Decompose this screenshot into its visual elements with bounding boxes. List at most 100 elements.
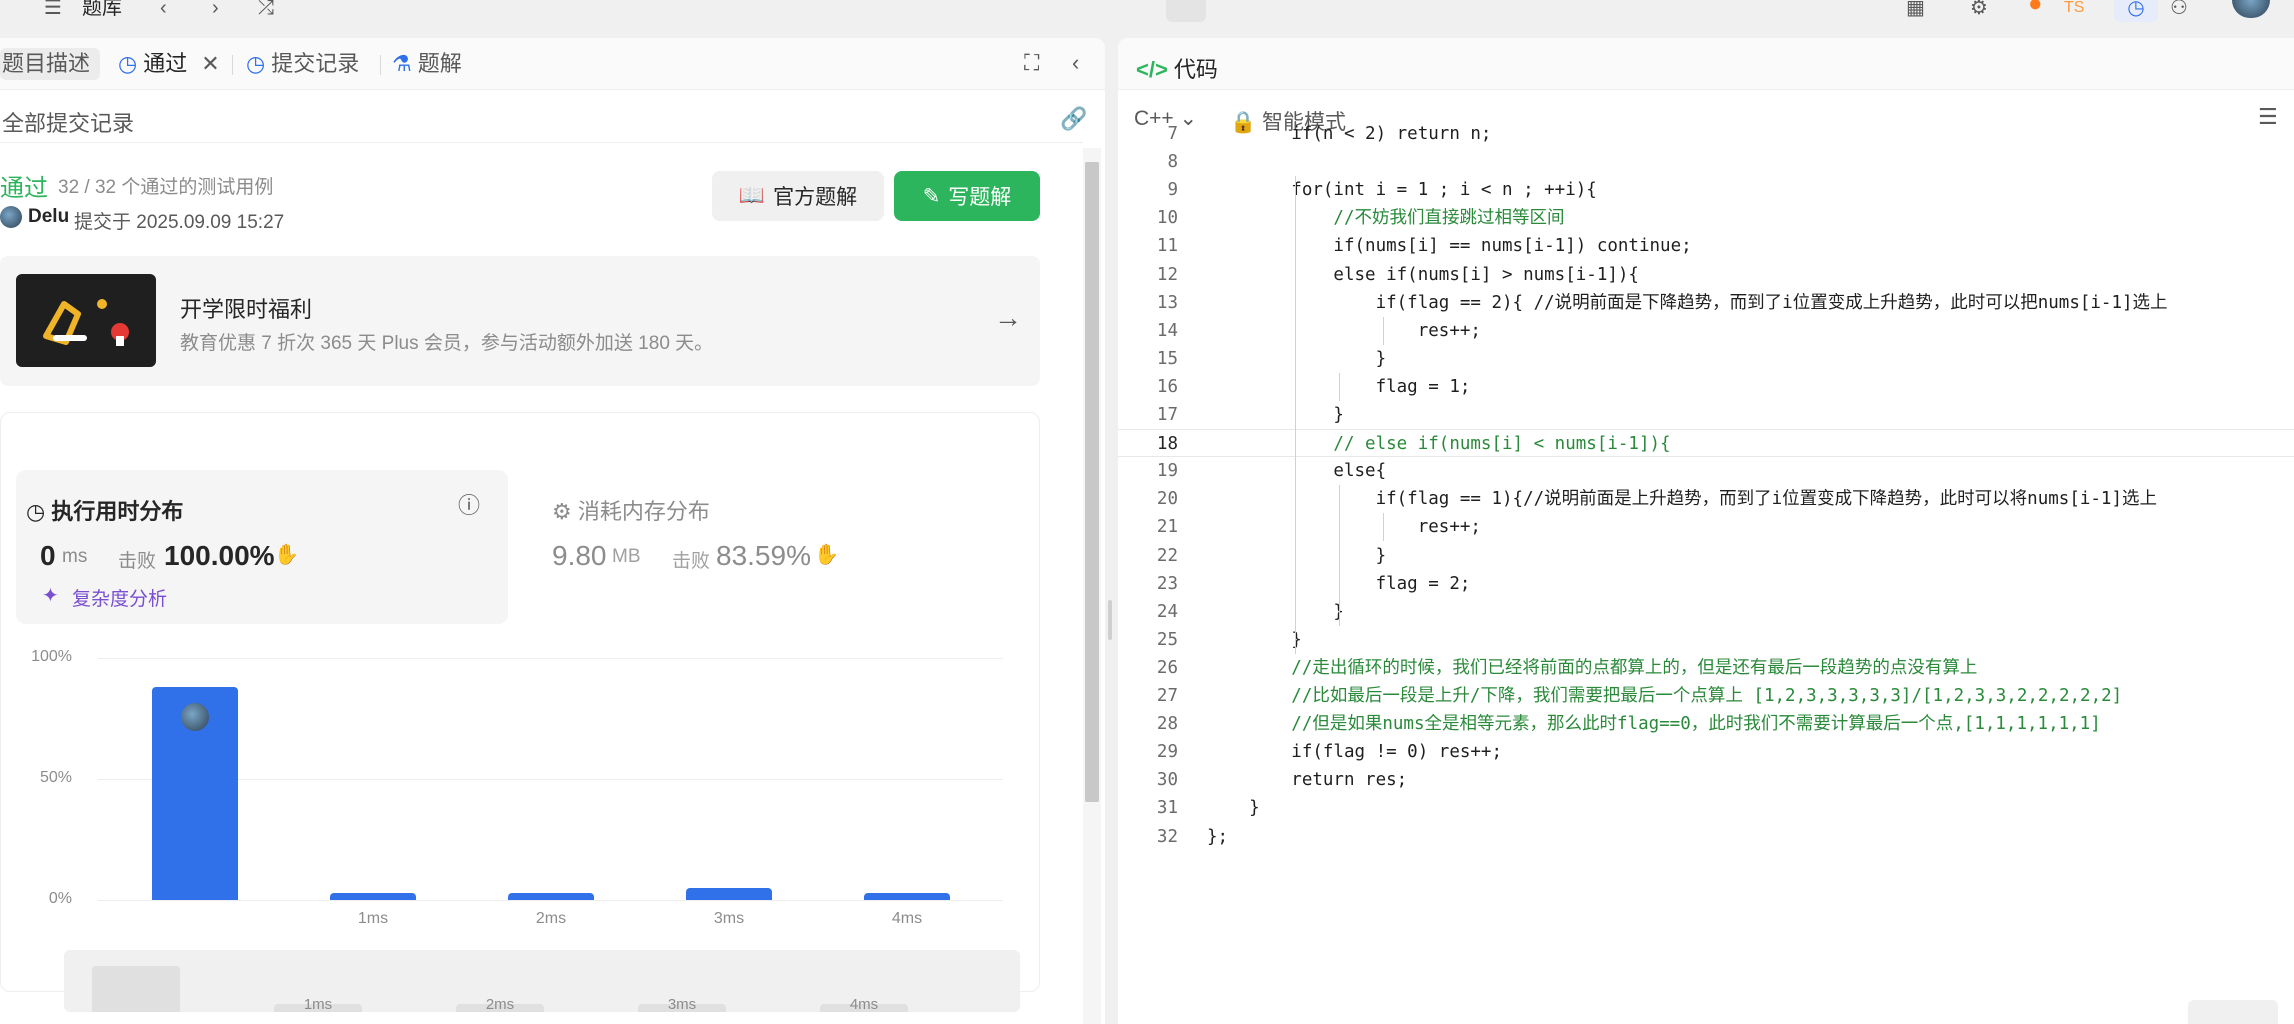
code-line: 31 } — [1118, 794, 2294, 822]
runtime-value: 0 — [40, 540, 56, 571]
line-number: 24 — [1156, 601, 1178, 622]
line-number: 18 — [1156, 434, 1178, 455]
bar-2ms[interactable] — [508, 892, 594, 900]
code-text: if(flag == 2){ //说明前面是下降趋势，而到了i位置变成上升趋势，… — [1207, 292, 2168, 313]
author-avatar[interactable] — [0, 206, 22, 228]
x-tick-label: 4ms — [891, 910, 923, 927]
status-accepted: 通过 — [0, 175, 48, 202]
write-solution-button[interactable]: ✎ 写题解 — [894, 171, 1040, 221]
flask-icon: ⚗ — [392, 51, 412, 76]
next-problem-icon[interactable]: › — [212, 0, 219, 22]
code-line: 30 return res; — [1118, 766, 2294, 794]
shuffle-icon[interactable]: ⤮ — [258, 0, 274, 22]
code-icon: </> — [1136, 57, 1168, 82]
tab-solutions-label: 题解 — [417, 51, 462, 76]
grid-line — [98, 900, 1003, 901]
code-footer — [1118, 1000, 2294, 1024]
gear-icon: ⚙ — [552, 499, 578, 524]
x-tick-label: 2ms — [535, 910, 567, 927]
official-solution-label: 官方题解 — [773, 186, 858, 209]
user-add-icon[interactable]: ⚇ — [2170, 0, 2188, 22]
line-number: 22 — [1156, 545, 1178, 566]
settings-icon[interactable]: ⚙ — [1970, 0, 1988, 22]
author-name[interactable]: Delu — [28, 206, 69, 228]
code-text: if(nums[i] == nums[i-1]) continue; — [1207, 236, 1692, 257]
code-line: 28 //但是如果nums全是相等元素，那么此时flag==0，此时我们不需要计… — [1118, 710, 2294, 738]
code-text: } — [1207, 348, 1387, 369]
left-panel: 题目描述 ◷ 通过 ✕ ◷ 提交记录 ⚗ 题解 ⛶ ‹ 全部提交记录 🔗 通过 … — [0, 38, 1105, 1024]
code-text: } — [1207, 405, 1344, 425]
my-submission-avatar — [179, 701, 211, 734]
tab-accepted-label: 通过 — [143, 51, 188, 76]
memory-unit: MB — [612, 546, 641, 567]
runtime-percent: 100.00% — [164, 540, 275, 571]
tab-accepted[interactable]: ◷ 通过 ✕ — [118, 48, 220, 80]
code-text: if(flag != 0) res++; — [1207, 742, 1503, 763]
official-solution-button[interactable]: 📖 官方题解 — [712, 171, 884, 221]
memory-title-text: 消耗内存分布 — [577, 499, 710, 524]
code-line: 8 — [1118, 148, 2294, 176]
indent-guide — [1383, 513, 1384, 542]
promo-logo — [16, 274, 156, 367]
history-icon: ◷ — [246, 51, 266, 76]
minimap-tick-label: 2ms — [485, 996, 515, 1012]
note-icon[interactable] — [1166, 0, 1206, 22]
arrow-right-icon[interactable]: → — [994, 302, 1022, 334]
problem-list-icon[interactable]: ☰ — [44, 0, 62, 22]
indent-guide — [1339, 372, 1340, 401]
line-number: 20 — [1156, 489, 1178, 510]
all-submissions-label[interactable]: 全部提交记录 — [2, 106, 134, 138]
code-text: //走出循环的时候，我们已经将前面的点都算上的，但是还有最后一段趋势的点没有算上 — [1207, 657, 1978, 678]
promo-banner[interactable]: 开学限时福利 教育优惠 7 折次 365 天 Plus 会员，参与活动额外加送 … — [0, 256, 1040, 386]
collapse-icon[interactable]: ‹ — [1072, 50, 1079, 76]
memory-value: 9.80 — [552, 540, 607, 571]
code-line: 27 //比如最后一段是上升/下降，我们需要把最后一个点算上 [1,2,3,3,… — [1118, 682, 2294, 710]
bar-1ms[interactable] — [330, 892, 416, 900]
code-text: } — [1207, 629, 1302, 650]
memory-title[interactable]: ⚙ 消耗内存分布 — [552, 494, 710, 526]
line-number: 11 — [1156, 236, 1178, 257]
info-icon[interactable]: ⓘ — [458, 488, 480, 520]
prev-problem-icon[interactable]: ‹ — [160, 0, 167, 22]
line-number: 27 — [1156, 686, 1178, 706]
link-icon[interactable]: 🔗 — [1060, 106, 1087, 132]
problem-list-label[interactable]: 题库 — [82, 0, 122, 22]
line-number: 12 — [1156, 264, 1178, 285]
close-tab-icon[interactable]: ✕ — [201, 48, 219, 80]
chart-range-selector[interactable]: 1ms 2ms 3ms 4ms — [64, 950, 1020, 1012]
divider — [0, 142, 1083, 143]
run-button[interactable] — [2188, 1000, 2278, 1024]
tab-solutions[interactable]: ⚗ 题解 — [392, 48, 462, 80]
x-tick-label: 3ms — [713, 910, 745, 927]
tab-description[interactable]: 题目描述 — [0, 48, 101, 80]
tab-divider — [380, 55, 381, 75]
user-avatar[interactable] — [2232, 0, 2270, 18]
line-number: 25 — [1156, 629, 1178, 650]
submitted-time: 提交于 2025.09.09 15:27 — [74, 212, 285, 233]
bar-3ms[interactable] — [686, 887, 772, 900]
code-title-text: 代码 — [1173, 57, 1218, 82]
timer-icon[interactable]: ◷ — [2114, 0, 2158, 22]
tab-submissions[interactable]: ◷ 提交记录 — [246, 48, 359, 80]
code-line: 32}; — [1118, 823, 2294, 851]
left-tab-bar: 题目描述 ◷ 通过 ✕ ◷ 提交记录 ⚗ 题解 ⛶ ‹ — [0, 38, 1105, 90]
minimap-tick-label: 1ms — [303, 996, 333, 1012]
write-solution-label: 写题解 — [948, 186, 1012, 209]
code-text: } — [1207, 798, 1260, 819]
code-editor[interactable]: 7 if(n < 2) return n; 8 9 for(int i = 1 ; … — [1118, 124, 2294, 914]
runtime-title-text: 执行用时分布 — [51, 499, 184, 524]
y-tick-label: 100% — [31, 648, 72, 665]
left-scrollbar[interactable] — [1085, 162, 1099, 802]
code-text: }; — [1207, 826, 1229, 847]
y-tick-label: 50% — [39, 769, 72, 786]
complexity-analysis-link[interactable]: 复杂度分析 — [72, 584, 167, 611]
fullscreen-icon[interactable]: ⛶ — [1024, 50, 1039, 76]
panel-resize-handle[interactable] — [1108, 600, 1112, 640]
bar-4ms[interactable] — [864, 892, 950, 900]
line-number: 21 — [1156, 517, 1178, 538]
layout-icon[interactable]: ▦ — [1906, 0, 1925, 22]
indent-guide — [1295, 176, 1296, 654]
code-text: res++; — [1207, 320, 1481, 341]
minimap-tick-label: 3ms — [667, 996, 697, 1012]
code-text: for(int i = 1 ; i < n ; ++i){ — [1207, 180, 1597, 201]
